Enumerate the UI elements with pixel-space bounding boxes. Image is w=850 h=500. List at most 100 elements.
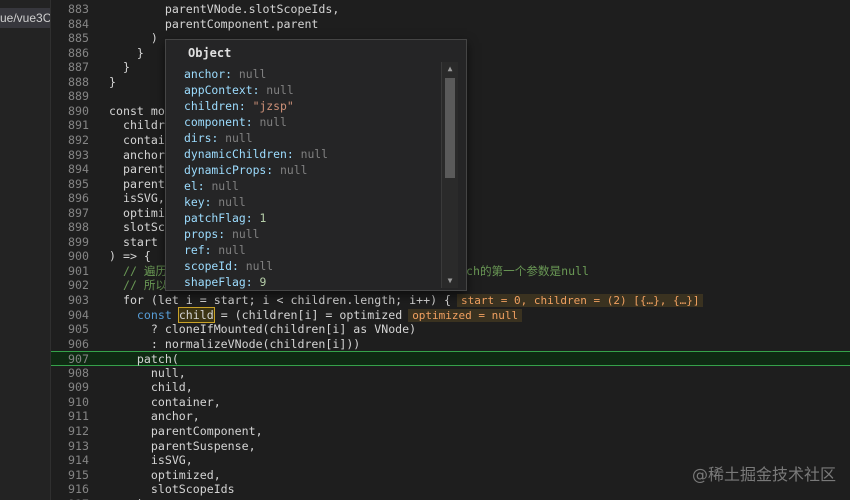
line-number[interactable]: 896: [51, 191, 89, 206]
code-line: 907 patch(: [51, 351, 850, 366]
line-number[interactable]: 894: [51, 162, 89, 177]
line-number[interactable]: 909: [51, 380, 89, 395]
line-number[interactable]: 884: [51, 17, 89, 32]
code-segment: parentS: [109, 176, 172, 191]
line-number[interactable]: 911: [51, 409, 89, 424]
property-value: null: [211, 179, 239, 193]
code-segment: container,: [109, 394, 221, 409]
line-number[interactable]: 912: [51, 424, 89, 439]
property-value: null: [280, 163, 308, 177]
code-text: anchor,: [109, 409, 200, 424]
tooltip-property-row[interactable]: dirs: null: [184, 130, 434, 146]
line-number[interactable]: 915: [51, 468, 89, 483]
code-segment: patch(: [109, 352, 179, 367]
code-text: optimi: [109, 206, 165, 221]
code-segment: ? cloneIfMounted(children[i] as VNode): [109, 322, 417, 337]
line-number[interactable]: 900: [51, 249, 89, 264]
code-text: parentSuspense,: [109, 439, 256, 454]
property-key: el: [184, 179, 198, 193]
line-number[interactable]: 906: [51, 337, 89, 352]
code-line: 912 parentComponent,: [51, 424, 850, 439]
line-number[interactable]: 901: [51, 264, 89, 279]
tooltip-property-row[interactable]: children: "jzsp": [184, 98, 434, 114]
tooltip-property-row[interactable]: dynamicChildren: null: [184, 146, 434, 162]
property-separator: :: [204, 243, 219, 257]
line-number[interactable]: 910: [51, 395, 89, 410]
tooltip-property-row[interactable]: ref: null: [184, 242, 434, 258]
line-number[interactable]: 887: [51, 60, 89, 75]
line-number[interactable]: 892: [51, 133, 89, 148]
code-text: ? cloneIfMounted(children[i] as VNode): [109, 322, 416, 337]
property-key: scopeId: [184, 259, 233, 273]
hovered-variable[interactable]: child: [177, 306, 215, 323]
file-explorer-sidebar: ue/vue3C: [0, 0, 51, 500]
scrollbar-thumb[interactable]: [445, 78, 455, 178]
line-number[interactable]: 913: [51, 439, 89, 454]
tooltip-scrollbar[interactable]: ▲ ▼: [441, 62, 458, 288]
line-number[interactable]: 891: [51, 118, 89, 133]
property-key: dynamicProps: [184, 163, 267, 177]
line-number[interactable]: 897: [51, 206, 89, 221]
property-value: 9: [259, 275, 267, 289]
line-number[interactable]: 907: [51, 352, 89, 367]
code-segment: anchor,: [109, 147, 172, 162]
code-text: isSVG,: [109, 453, 193, 468]
property-value: null: [238, 67, 267, 81]
line-number[interactable]: 902: [51, 278, 89, 293]
code-text: slotScopeIds: [109, 482, 235, 497]
code-line: 910 container,: [51, 395, 850, 410]
line-number[interactable]: 895: [51, 177, 89, 192]
tooltip-property-row[interactable]: dynamicProps: null: [184, 162, 434, 178]
code-text: // 所以: [109, 278, 167, 293]
code-text: parentS: [109, 177, 172, 192]
line-number[interactable]: 916: [51, 482, 89, 497]
line-number[interactable]: 883: [51, 2, 89, 17]
code-text: }: [109, 46, 144, 61]
scroll-up-arrow-icon[interactable]: ▲: [442, 62, 458, 76]
line-number[interactable]: 904: [51, 308, 89, 323]
code-text: const child = (children[i] = optimized op…: [109, 306, 523, 324]
line-number[interactable]: 885: [51, 31, 89, 46]
line-number[interactable]: 890: [51, 104, 89, 119]
file-tab[interactable]: ue/vue3C: [0, 8, 50, 28]
scroll-down-arrow-icon[interactable]: ▼: [442, 274, 458, 288]
line-number[interactable]: 905: [51, 322, 89, 337]
line-number[interactable]: 903: [51, 293, 89, 308]
line-number[interactable]: 908: [51, 366, 89, 381]
line-number[interactable]: 898: [51, 220, 89, 235]
debug-hover-tooltip[interactable]: Object anchor: null appContext: null child…: [165, 39, 467, 291]
code-segment: child,: [109, 380, 193, 395]
code-segment: anchor,: [109, 409, 200, 424]
code-comment: // 所以: [109, 278, 168, 293]
line-number[interactable]: 914: [51, 453, 89, 468]
tooltip-property-row[interactable]: component: null: [184, 114, 434, 130]
tooltip-property-row[interactable]: appContext: null: [184, 82, 434, 98]
code-text: patch(: [109, 352, 179, 367]
tooltip-property-row[interactable]: scopeId: null: [184, 258, 434, 274]
code-segment: = (children[i] = optimized: [213, 307, 403, 322]
tooltip-property-row[interactable]: props: null: [184, 226, 434, 242]
code-segment: slotSco: [109, 220, 172, 235]
property-separator: :: [211, 131, 226, 145]
line-number[interactable]: 886: [51, 46, 89, 61]
line-number[interactable]: 899: [51, 235, 89, 250]
tooltip-property-row[interactable]: anchor: null: [184, 66, 434, 82]
property-key: dirs: [184, 131, 212, 145]
code-segment: parent(: [109, 162, 172, 177]
tooltip-property-row[interactable]: patchFlag: 1: [184, 210, 434, 226]
line-number[interactable]: 893: [51, 148, 89, 163]
code-text: ): [109, 31, 158, 46]
property-separator: :: [266, 163, 281, 177]
line-number[interactable]: 888: [51, 75, 89, 90]
tooltip-property-row[interactable]: key: null: [184, 194, 434, 210]
code-text: }: [109, 60, 130, 75]
line-number[interactable]: 889: [51, 89, 89, 104]
property-value: null: [259, 115, 287, 129]
code-segment: ): [109, 31, 158, 46]
tooltip-title: Object: [188, 46, 232, 60]
code-segment: contai: [109, 132, 165, 147]
tooltip-property-row[interactable]: el: null: [184, 178, 434, 194]
code-text: contai: [109, 133, 165, 148]
property-key: shapeFlag: [184, 275, 246, 289]
tooltip-property-row[interactable]: shapeFlag: 9: [184, 274, 434, 290]
